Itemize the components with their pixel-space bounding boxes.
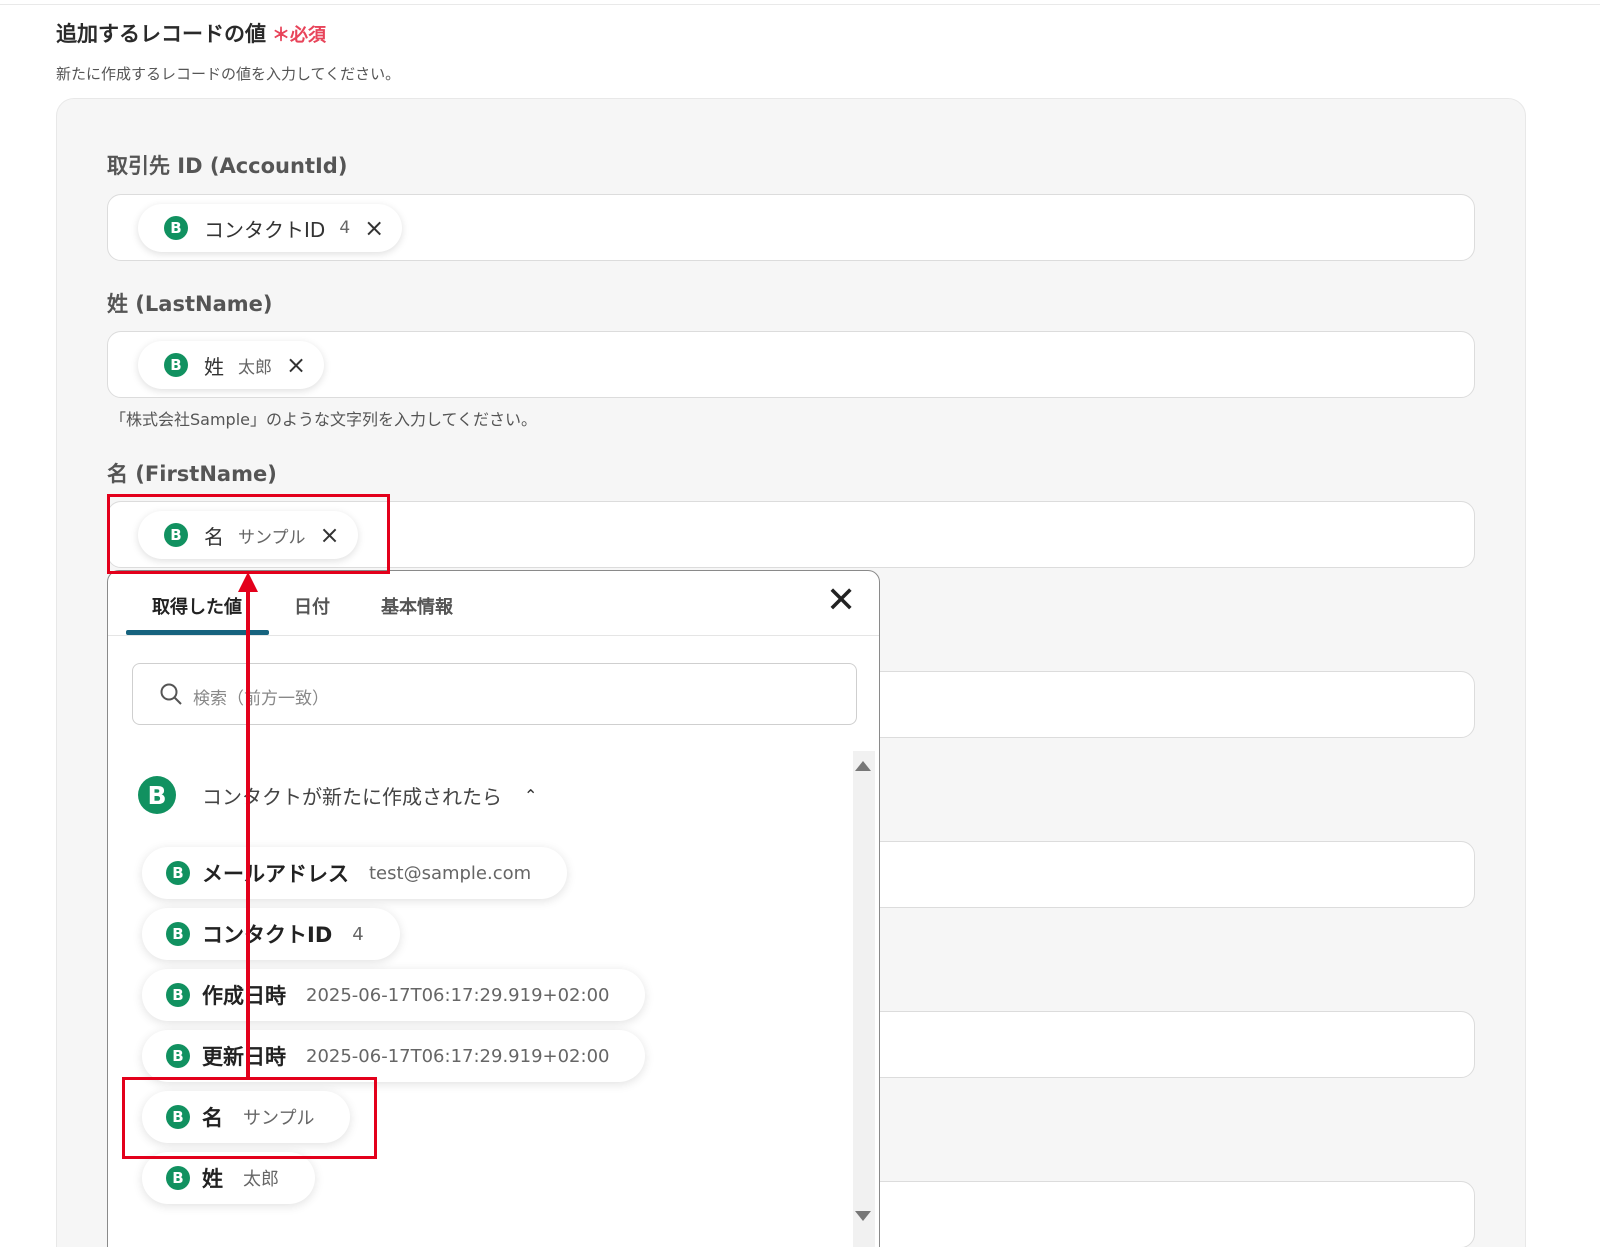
section-title: 追加するレコードの値 ＊必須	[56, 18, 326, 48]
field-label-account-id: 取引先 ID (AccountId)	[107, 154, 348, 178]
brevo-icon: B	[166, 861, 190, 885]
list-item-email[interactable]: B メールアドレス test@sample.com	[142, 847, 568, 899]
search-input[interactable]: 検索（前方一致）	[132, 663, 857, 725]
field-label-first-name: 名 (FirstName)	[107, 462, 277, 486]
section-description: 新たに作成するレコードの値を入力してください。	[56, 65, 401, 83]
tab-retrieved-values[interactable]: 取得した値	[152, 593, 242, 619]
brevo-icon: B	[166, 983, 190, 1007]
chevron-up-icon[interactable]: ⌃	[524, 786, 537, 805]
chip-name: コンタクトID	[204, 217, 326, 242]
item-value: test@sample.com	[369, 862, 532, 884]
item-name: 作成日時	[202, 984, 286, 1008]
list-item-last-name[interactable]: B 姓 太郎	[142, 1152, 315, 1204]
item-value: 2025-06-17T06:17:29.919+02:00	[306, 984, 610, 1006]
field-label-last-name: 姓 (LastName)	[107, 292, 273, 316]
item-value: 2025-06-17T06:17:29.919+02:00	[306, 1045, 610, 1067]
scrollbar[interactable]	[853, 751, 875, 1247]
last-name-input[interactable]: B 姓 太郎 ×	[107, 331, 1475, 398]
scroll-up-icon[interactable]	[855, 761, 871, 771]
scroll-down-icon[interactable]	[855, 1211, 871, 1221]
search-icon	[160, 683, 182, 705]
chip-value: 太郎	[238, 357, 272, 378]
highlight-box-target	[107, 494, 390, 574]
brevo-icon: B	[164, 216, 188, 240]
brevo-icon: B	[166, 1166, 190, 1190]
remove-chip-icon[interactable]: ×	[286, 353, 306, 377]
top-divider	[0, 0, 1600, 5]
list-item-updated-at[interactable]: B 更新日時 2025-06-17T06:17:29.919+02:00	[142, 1030, 646, 1082]
chip-name: 姓	[204, 354, 224, 379]
list-item-contact-id[interactable]: B コンタクトID 4	[142, 908, 400, 960]
account-id-input[interactable]: B コンタクトID 4 ×	[107, 194, 1475, 261]
remove-chip-icon[interactable]: ×	[364, 216, 384, 240]
highlight-box-source	[122, 1077, 377, 1159]
group-header[interactable]: B コンタクトが新たに作成されたら ⌃	[138, 776, 537, 814]
tab-basic-info[interactable]: 基本情報	[381, 593, 453, 619]
section-title-text: 追加するレコードの値	[56, 22, 266, 46]
close-icon[interactable]: ✕	[826, 583, 856, 619]
item-name: 姓	[202, 1167, 223, 1191]
brevo-icon: B	[138, 776, 176, 814]
item-value: 太郎	[243, 1169, 279, 1190]
item-value: 4	[352, 923, 364, 945]
search-placeholder: 検索（前方一致）	[193, 689, 329, 709]
chip-value: 4	[339, 218, 351, 238]
tab-date[interactable]: 日付	[294, 593, 330, 619]
list-item-created-at[interactable]: B 作成日時 2025-06-17T06:17:29.919+02:00	[142, 969, 646, 1021]
last-name-hint: 「株式会社Sample」のような文字列を入力してください。	[110, 410, 538, 429]
value-chip-contact-id[interactable]: B コンタクトID 4 ×	[138, 204, 403, 252]
tab-divider	[108, 635, 879, 636]
brevo-icon: B	[166, 1044, 190, 1068]
value-chip-last-name[interactable]: B 姓 太郎 ×	[138, 341, 325, 389]
required-mark: ＊必須	[272, 25, 326, 46]
item-name: コンタクトID	[202, 923, 333, 947]
annotation-arrow-head	[238, 572, 258, 592]
brevo-icon: B	[164, 353, 188, 377]
annotation-arrow-line	[246, 588, 250, 1080]
item-name: メールアドレス	[202, 862, 349, 886]
brevo-icon: B	[166, 922, 190, 946]
item-name: 更新日時	[202, 1045, 286, 1069]
